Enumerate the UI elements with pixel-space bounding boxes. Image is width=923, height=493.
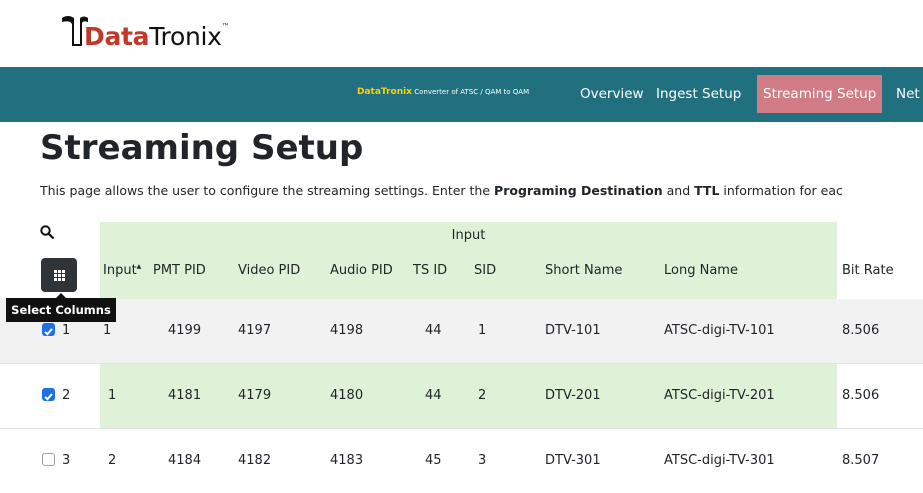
- cell-input: 2: [108, 453, 117, 468]
- cell-short-name: DTV-101: [545, 323, 601, 338]
- grid-icon: [54, 270, 65, 281]
- cell-ts-id: 45: [425, 453, 442, 468]
- checkmark-icon: [44, 328, 53, 336]
- cell-bit-rate: 8.506: [842, 323, 880, 338]
- table-row[interactable]: 1 1 4199 4197 4198 44 1 DTV-101 ATSC-dig…: [0, 299, 923, 363]
- logo-trademark: ™: [221, 22, 230, 31]
- cell-pmt-pid: 4184: [168, 453, 202, 468]
- row-number: 2: [62, 388, 71, 403]
- cell-audio-pid: 4183: [330, 453, 364, 468]
- nav-brand-tagline: Converter of ATSC / QAM to QAM: [414, 88, 530, 96]
- nav-link-network[interactable]: Net: [890, 67, 923, 122]
- cell-long-name: ATSC-digi-TV-301: [664, 453, 775, 468]
- cell-input: 1: [108, 388, 117, 403]
- header-video-pid[interactable]: Video PID: [238, 263, 300, 278]
- desc-text-2: and: [662, 183, 695, 198]
- checkmark-icon: [44, 393, 53, 401]
- row-number: 3: [62, 453, 71, 468]
- desc-text-1: This page allows the user to configure t…: [40, 183, 495, 198]
- logo-text-tronix: Tronix: [149, 22, 222, 51]
- header-ts-id[interactable]: TS ID: [413, 263, 447, 278]
- table-row[interactable]: 3 2 4184 4182 4183 45 3 DTV-301 ATSC-dig…: [0, 429, 923, 493]
- cell-audio-pid: 4198: [330, 323, 364, 338]
- row-number: 1: [62, 323, 71, 338]
- top-navbar: DataTronix Converter of ATSC / QAM to QA…: [0, 67, 923, 122]
- cell-ts-id: 44: [425, 388, 442, 403]
- header-input[interactable]: Input▲: [103, 263, 141, 278]
- header-bit-rate[interactable]: Bit Rate: [842, 263, 894, 278]
- page-title: Streaming Setup: [40, 128, 364, 168]
- cell-bit-rate: 8.506: [842, 388, 880, 403]
- select-columns-tooltip: Select Columns: [6, 293, 116, 322]
- cell-audio-pid: 4180: [330, 388, 364, 403]
- row-checkbox[interactable]: [42, 388, 55, 401]
- group-header-blank: [837, 222, 923, 251]
- cell-sid: 1: [478, 323, 487, 338]
- nav-link-overview[interactable]: Overview: [574, 67, 650, 122]
- header-input-label: Input: [103, 263, 137, 278]
- cell-input: 1: [103, 323, 112, 338]
- nav-brand-name: DataTronix: [357, 87, 412, 97]
- cell-short-name: DTV-301: [545, 453, 601, 468]
- cell-long-name: ATSC-digi-TV-201: [664, 388, 775, 403]
- cell-video-pid: 4182: [238, 453, 272, 468]
- cell-pmt-pid: 4199: [168, 323, 202, 338]
- row-checkbox[interactable]: [42, 453, 55, 466]
- header-audio-pid[interactable]: Audio PID: [330, 263, 393, 278]
- table-row[interactable]: 2 1 4181 4179 4180 44 2 DTV-201 ATSC-dig…: [0, 364, 923, 428]
- input-group-header: Input: [100, 222, 837, 251]
- page-description: This page allows the user to configure t…: [40, 183, 843, 198]
- cell-pmt-pid: 4181: [168, 388, 202, 403]
- cell-sid: 2: [478, 388, 487, 403]
- cell-sid: 3: [478, 453, 487, 468]
- header-pmt-pid[interactable]: PMT PID: [153, 263, 206, 278]
- logo-text: DataTronix™: [84, 22, 230, 51]
- desc-text-3: information for eac: [719, 183, 843, 198]
- sort-asc-icon: ▲: [136, 263, 142, 270]
- desc-bold-programing-destination: Programing Destination: [494, 183, 663, 198]
- nav-brand[interactable]: DataTronix Converter of ATSC / QAM to QA…: [357, 87, 529, 97]
- desc-bold-ttl: TTL: [694, 183, 720, 198]
- cell-long-name: ATSC-digi-TV-101: [664, 323, 775, 338]
- header-sid[interactable]: SID: [474, 263, 496, 278]
- cell-video-pid: 4197: [238, 323, 272, 338]
- nav-link-ingest-setup[interactable]: Ingest Setup: [650, 67, 747, 122]
- nav-link-streaming-setup[interactable]: Streaming Setup: [757, 75, 883, 113]
- search-icon[interactable]: [40, 225, 54, 239]
- cell-ts-id: 44: [425, 323, 442, 338]
- input-group-label: Input: [451, 228, 486, 243]
- select-columns-button[interactable]: [41, 258, 77, 292]
- cell-bit-rate: 8.507: [842, 453, 880, 468]
- logo-text-data: Data: [84, 22, 150, 51]
- cell-video-pid: 4179: [238, 388, 272, 403]
- cell-short-name: DTV-201: [545, 388, 601, 403]
- header-long-name[interactable]: Long Name: [664, 263, 738, 278]
- table-header-row: Input▲ PMT PID Video PID Audio PID TS ID…: [0, 251, 923, 299]
- header-short-name[interactable]: Short Name: [545, 263, 622, 278]
- row-checkbox[interactable]: [42, 323, 55, 336]
